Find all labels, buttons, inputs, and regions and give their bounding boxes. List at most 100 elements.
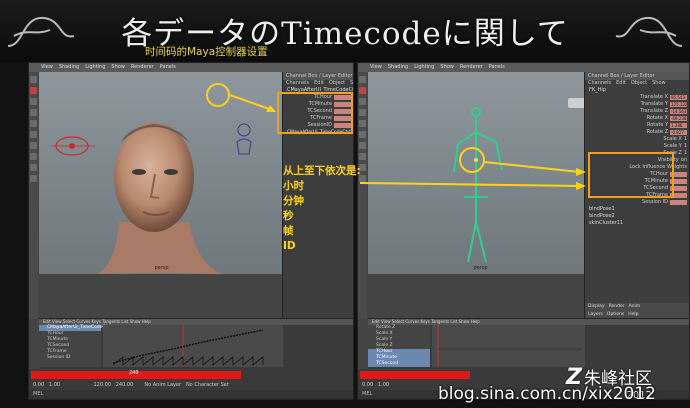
channel-menu-item[interactable]: Channels xyxy=(588,80,611,87)
viewport-persp[interactable]: persp xyxy=(39,72,284,274)
range-start[interactable]: 0.00 xyxy=(362,382,373,388)
timecode-locator[interactable] xyxy=(237,123,251,137)
annotation-item: ID xyxy=(283,240,296,252)
select-tool-icon[interactable] xyxy=(359,76,366,83)
layout-side-icon[interactable] xyxy=(30,164,37,171)
menu-item[interactable]: Show xyxy=(440,63,454,72)
channel-value[interactable]: 95.543 xyxy=(670,95,687,100)
range-inner-end[interactable]: 120.00 xyxy=(93,382,111,388)
layout-single-icon[interactable] xyxy=(359,142,366,149)
graph-area[interactable] xyxy=(432,325,585,367)
menu-item[interactable]: View xyxy=(370,63,382,72)
menu-item[interactable]: View xyxy=(41,63,53,72)
viewport-persp[interactable]: persp xyxy=(368,72,593,274)
channel-menu-item[interactable]: Channels xyxy=(286,80,309,87)
menu-item[interactable]: Renderer xyxy=(131,63,154,72)
viewport-camera-label: persp xyxy=(473,265,488,271)
watermark-url: blog.sina.com.cn/xix2012 xyxy=(438,384,656,404)
layer-tab[interactable]: Anim xyxy=(629,303,641,311)
range-end[interactable]: 240.00 xyxy=(116,382,134,388)
channel-value[interactable]: 1.286 xyxy=(670,123,687,128)
command-line[interactable]: MEL xyxy=(29,390,353,399)
curve-graph xyxy=(112,325,264,367)
graph-editor-left: Edit View Select Curves Keys Tangents Li… xyxy=(39,318,353,369)
layout-graph-icon[interactable] xyxy=(30,175,37,182)
channel-row[interactable]: Translate Y 125.122 xyxy=(585,101,689,108)
move-tool-icon[interactable] xyxy=(359,98,366,105)
lasso-tool-icon[interactable] xyxy=(359,87,366,94)
channel-value[interactable]: 125.122 xyxy=(670,102,688,107)
channel-value[interactable] xyxy=(670,200,687,205)
channel-menu-item[interactable]: Edit xyxy=(314,80,324,87)
range-inner-start[interactable]: 1.00 xyxy=(49,382,60,388)
channel-box-title: Channel Box / Layer Editor xyxy=(585,72,689,80)
channel-value[interactable]: on xyxy=(681,157,687,164)
layout-four-icon[interactable] xyxy=(359,153,366,160)
graph-area[interactable] xyxy=(103,325,283,367)
menu-item[interactable]: Renderer xyxy=(460,63,483,72)
menu-item[interactable]: Lighting xyxy=(85,63,105,72)
scale-tool-icon[interactable] xyxy=(359,120,366,127)
channel-row[interactable]: Scale Y1 xyxy=(585,143,689,150)
channel-value[interactable]: 1 xyxy=(684,150,687,157)
layout-four-icon[interactable] xyxy=(30,153,37,160)
channel-row[interactable]: Rotate Z -0.827 xyxy=(585,129,689,136)
lasso-tool-icon[interactable] xyxy=(30,87,37,94)
channel-label: Rotate Y xyxy=(646,122,668,128)
tool-shelf xyxy=(29,72,38,319)
skeleton-rig xyxy=(453,107,503,263)
layer-tab[interactable]: Render xyxy=(609,303,625,311)
range-inner-start[interactable]: 1.00 xyxy=(378,382,389,388)
history-node[interactable]: bindPose2 xyxy=(585,213,689,220)
menu-item[interactable]: Lighting xyxy=(414,63,434,72)
channel-menu-item[interactable]: Edit xyxy=(616,80,626,87)
channel-box-title: Channel Box / Layer Editor xyxy=(283,72,353,80)
channel-row[interactable]: Translate Z -14.563 xyxy=(585,108,689,115)
channel-label: Scale Y xyxy=(663,143,682,149)
menu-item[interactable]: Panels xyxy=(489,63,505,72)
channel-menu-item[interactable]: Show xyxy=(350,80,353,87)
range-start[interactable]: 0.00 xyxy=(33,382,44,388)
channel-menu-item[interactable]: Object xyxy=(631,80,647,87)
character-set-label[interactable]: No Character Set xyxy=(186,382,229,388)
layout-single-icon[interactable] xyxy=(30,142,37,149)
outliner-item[interactable]: TCSecond xyxy=(368,361,430,367)
layer-tab[interactable]: Display xyxy=(588,303,605,311)
move-tool-icon[interactable] xyxy=(30,98,37,105)
outliner-item[interactable]: Session ID xyxy=(39,355,101,361)
annotation-text: 从上至下依次是: 小时 分钟 秒 帧 ID xyxy=(283,164,361,254)
channel-row[interactable]: Rotate Y 1.286 xyxy=(585,122,689,129)
channel-node-name[interactable]: FK_Hip xyxy=(585,87,689,94)
select-tool-icon[interactable] xyxy=(30,76,37,83)
time-end-label: 240 xyxy=(129,370,139,376)
menu-item[interactable]: Show xyxy=(111,63,125,72)
scale-tool-icon[interactable] xyxy=(30,120,37,127)
channel-row[interactable]: Rotate X -69.238 xyxy=(585,115,689,122)
annotation-item: 帧 xyxy=(283,225,294,237)
range-slider[interactable]: 0.00 1.00 120.00 240.00 No Anim Layer No… xyxy=(29,380,353,390)
menu-item[interactable]: Shading xyxy=(388,63,408,72)
channel-label: Translate X xyxy=(640,94,668,100)
anim-layer-label[interactable]: No Anim Layer xyxy=(144,382,181,388)
slide-title: 各データのTimecodeに関して xyxy=(121,16,569,52)
menu-item[interactable]: Shading xyxy=(59,63,79,72)
history-node[interactable]: skinCluster11 xyxy=(585,220,689,227)
manipulator-tool-icon[interactable] xyxy=(359,131,366,138)
history-node[interactable]: bindPose1 xyxy=(585,206,689,213)
channel-menu-item[interactable]: Object xyxy=(329,80,345,87)
channel-row[interactable]: Translate X 95.543 xyxy=(585,94,689,101)
channel-value[interactable]: -69.238 xyxy=(670,116,687,121)
channel-row[interactable]: Scale X1 xyxy=(585,136,689,143)
channel-menu-item[interactable]: Show xyxy=(652,80,666,87)
manipulator-tool-icon[interactable] xyxy=(30,131,37,138)
channel-value[interactable]: -0.827 xyxy=(670,130,687,135)
rotate-tool-icon[interactable] xyxy=(359,109,366,116)
menu-item[interactable]: Panels xyxy=(160,63,176,72)
channel-value[interactable]: -14.563 xyxy=(670,109,687,114)
rotate-tool-icon[interactable] xyxy=(30,109,37,116)
channel-value[interactable]: 1 xyxy=(684,143,687,150)
time-slider[interactable]: 240 xyxy=(29,369,353,380)
command-label: MEL xyxy=(33,391,44,397)
channel-value[interactable]: 1 xyxy=(684,136,687,143)
channel-row[interactable]: Session ID xyxy=(585,199,689,206)
